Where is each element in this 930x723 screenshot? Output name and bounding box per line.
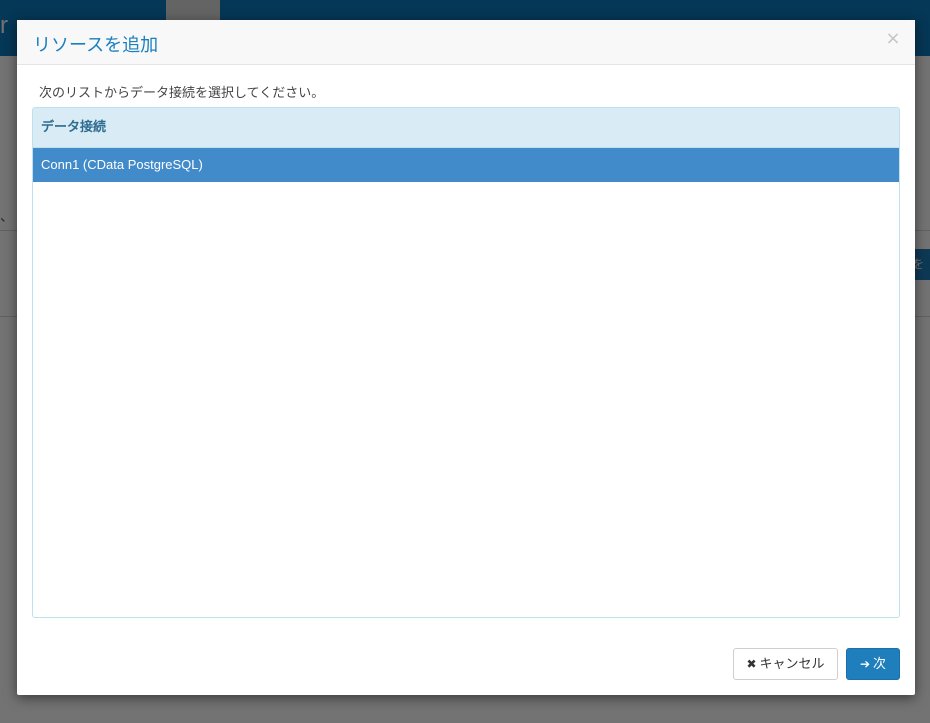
list-header: データ接続 [33, 108, 899, 148]
next-button[interactable]: ➔ 次 [846, 648, 900, 680]
arrow-right-icon: ➔ [859, 657, 871, 671]
dialog-header: リソースを追加 × [17, 20, 915, 65]
close-icon: ✖ [746, 657, 757, 671]
next-button-label: 次 [873, 657, 887, 672]
close-icon[interactable]: × [885, 30, 901, 48]
list-item-conn1[interactable]: Conn1 (CData PostgreSQL) [33, 148, 899, 182]
dialog-title: リソースを追加 [33, 35, 159, 56]
cancel-button[interactable]: ✖ キャンセル [733, 648, 838, 680]
data-connection-list: データ接続 Conn1 (CData PostgreSQL) [32, 107, 900, 618]
cancel-button-label: キャンセル [759, 657, 825, 672]
dialog-instruction: 次のリストからデータ接続を選択してください。 [39, 86, 325, 101]
add-resource-dialog: リソースを追加 × 次のリストからデータ接続を選択してください。 データ接続 C… [17, 20, 915, 695]
